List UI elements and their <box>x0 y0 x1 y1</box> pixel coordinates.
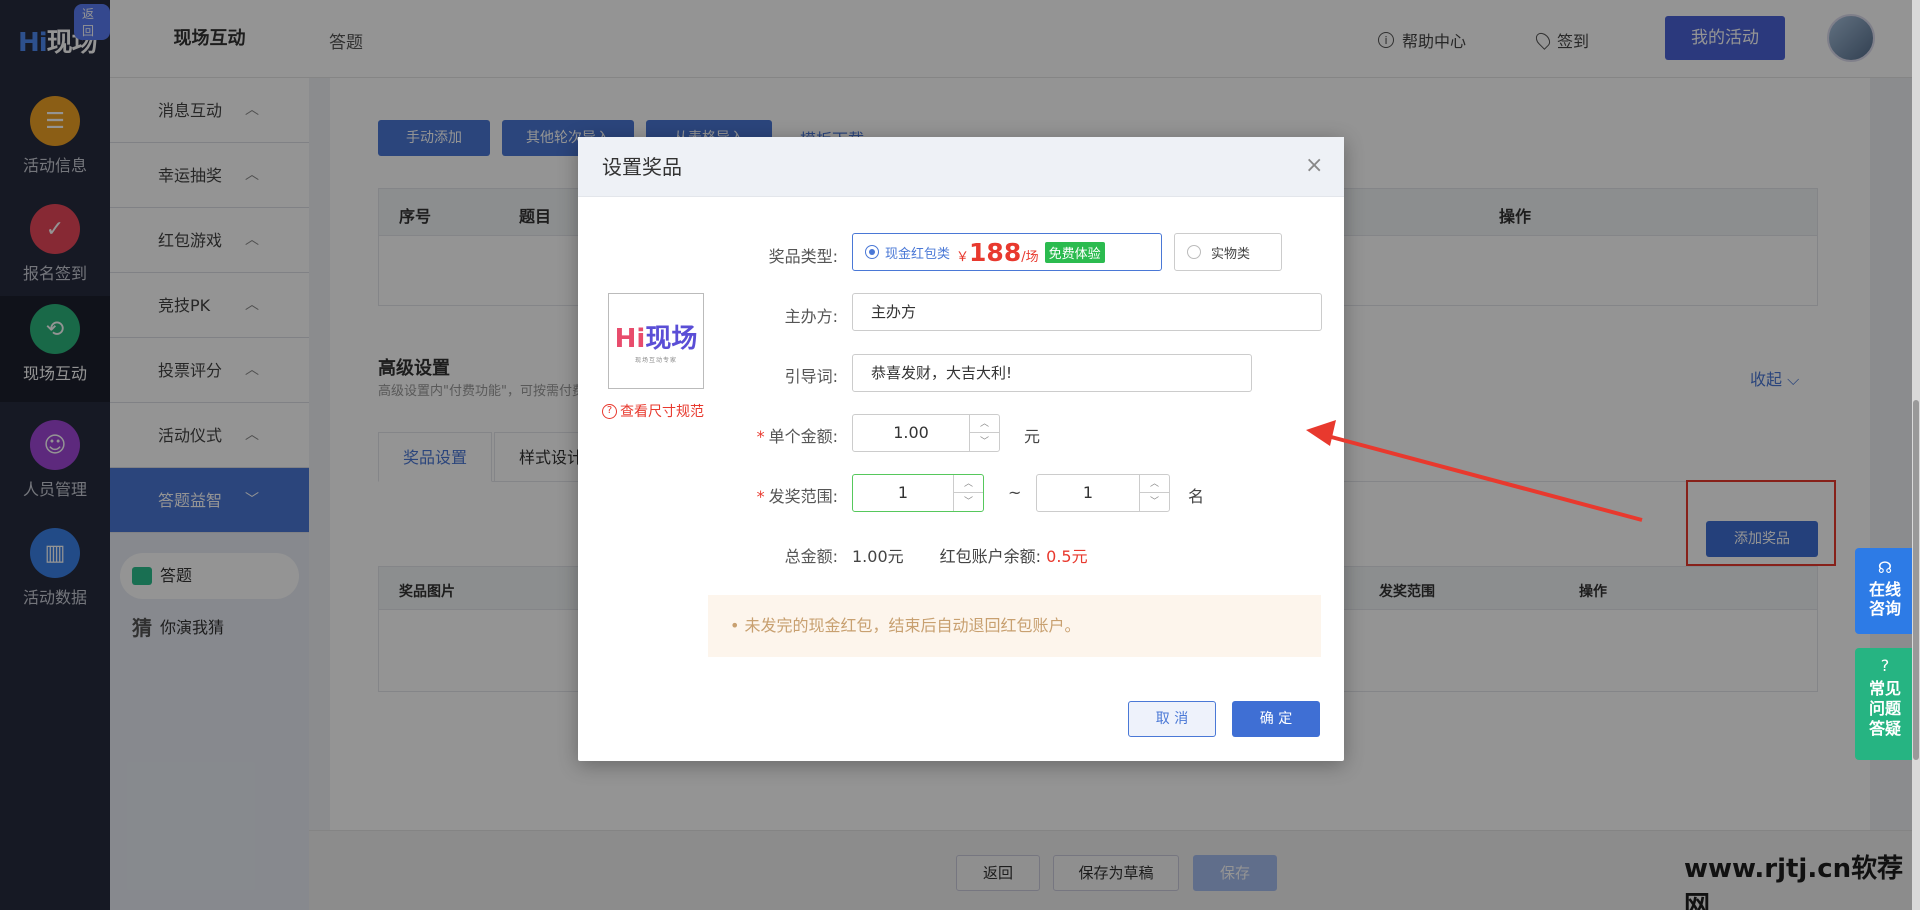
question-icon: ? <box>602 403 617 419</box>
cancel-button[interactable]: 取 消 <box>1128 701 1216 737</box>
radio-checked-icon <box>865 245 879 259</box>
confirm-button[interactable]: 确 定 <box>1232 701 1320 737</box>
label-total: 总金额: <box>784 547 838 566</box>
amount-unit: 元 <box>1024 427 1041 446</box>
label-amount: * 单个金额: <box>756 427 838 446</box>
radio-physical-prize[interactable]: 实物类 <box>1174 233 1282 271</box>
question-icon: ? <box>1880 656 1890 675</box>
scrollbar-thumb[interactable] <box>1913 400 1919 760</box>
range-from-stepper[interactable]: 1 ︿ ﹀ <box>852 474 984 512</box>
label-guide-words: 引导词: <box>784 367 838 386</box>
free-trial-tag: 免费体验 <box>1044 241 1105 263</box>
stepper-down-icon[interactable]: ﹀ <box>970 433 999 451</box>
size-spec-link[interactable]: ? 查看尺寸规范 <box>602 401 704 421</box>
stepper-down-icon[interactable]: ﹀ <box>954 493 983 511</box>
stepper-up-icon[interactable]: ︿ <box>1140 475 1169 493</box>
balance-label: 红包账户余额: <box>939 547 1042 566</box>
online-consult-widget[interactable]: ☊ 在线 咨询 <box>1855 548 1915 634</box>
total-summary: 1.00元 红包账户余额: 0.5元 <box>852 543 1088 567</box>
refund-notice: • 未发完的现金红包，结束后自动退回红包账户。 <box>708 595 1321 657</box>
label-organizer: 主办方: <box>784 307 838 326</box>
guide-words-input[interactable]: 恭喜发财，大吉大利! <box>852 354 1252 392</box>
stepper-up-icon[interactable]: ︿ <box>970 415 999 433</box>
label-prize-type: 奖品类型: <box>768 247 838 266</box>
set-prize-dialog: 设置奖品 × Hi现场 现场互动专家 ? 查看尺寸规范 奖品类型: 现金红包类 ￥… <box>578 137 1344 761</box>
total-amount-value: 1.00元 <box>852 547 904 566</box>
organizer-input[interactable]: 主办方 <box>852 293 1322 331</box>
range-to-stepper[interactable]: 1 ︿ ﹀ <box>1036 474 1170 512</box>
range-separator: ~ <box>1008 483 1022 502</box>
balance-value: 0.5元 <box>1046 547 1088 566</box>
label-range: * 发奖范围: <box>756 487 838 506</box>
headset-icon: ☊ <box>1877 558 1893 577</box>
radio-cash-redpacket[interactable]: 现金红包类 ￥188/场 免费体验 <box>852 233 1162 271</box>
stepper-down-icon[interactable]: ﹀ <box>1140 493 1169 511</box>
watermark: www.rjtj.cn软荐网 <box>1684 854 1904 910</box>
stepper-up-icon[interactable]: ︿ <box>954 475 983 493</box>
amount-stepper[interactable]: 1.00 ︿ ﹀ <box>852 414 1000 452</box>
close-icon[interactable]: × <box>1305 155 1323 177</box>
dialog-title: 设置奖品 <box>578 137 1344 197</box>
price-label: ￥188/场 <box>956 237 1039 267</box>
faq-widget[interactable]: ? 常见 问题 答疑 <box>1855 648 1915 760</box>
radio-unchecked-icon <box>1187 245 1201 259</box>
range-unit: 名 <box>1188 487 1205 506</box>
